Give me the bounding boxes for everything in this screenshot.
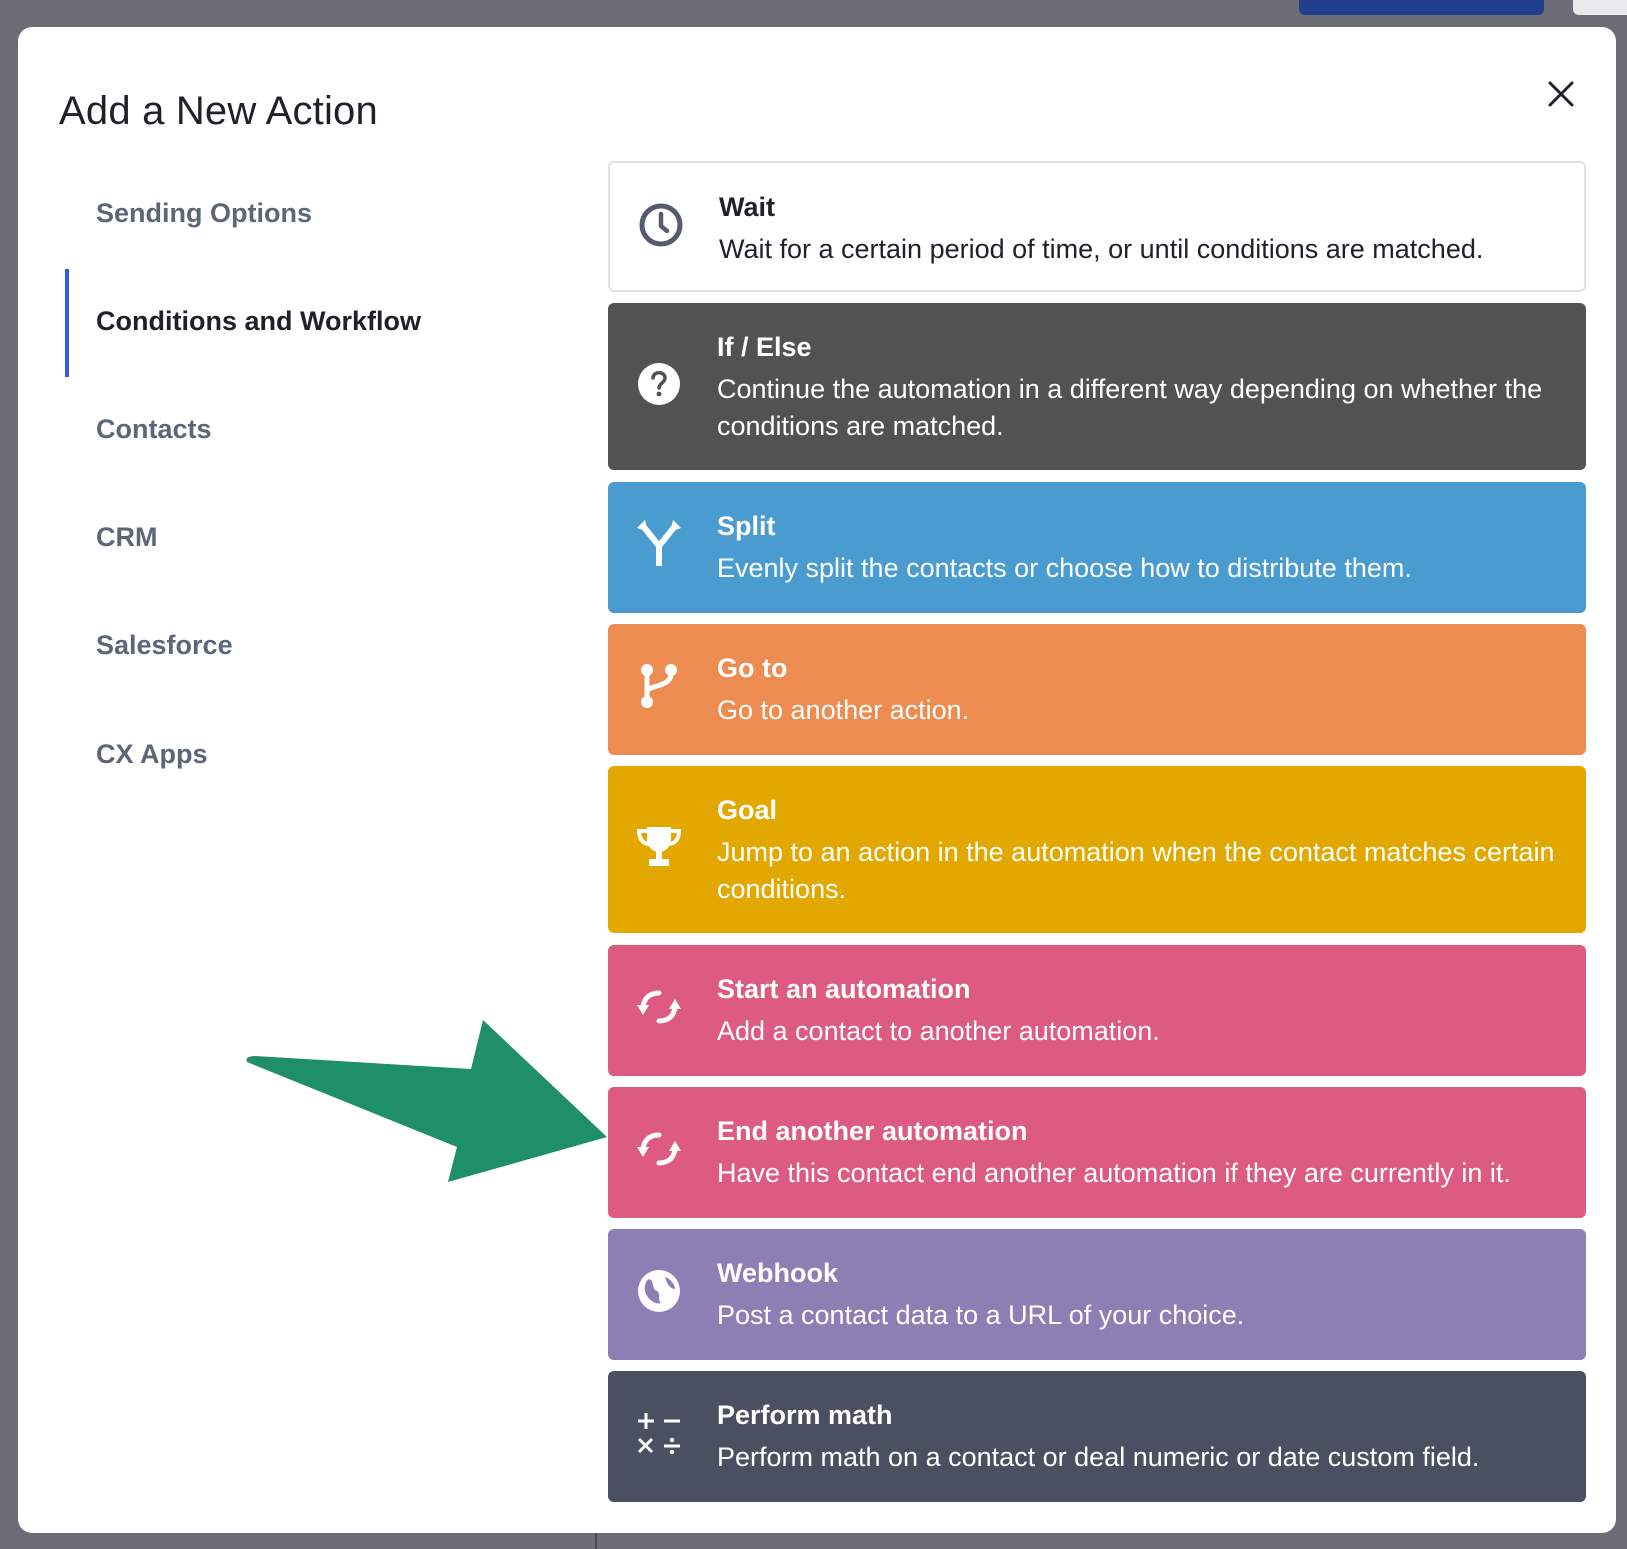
- branch-icon: [634, 661, 684, 711]
- action-card-webhook[interactable]: Webhook Post a contact data to a URL of …: [608, 1229, 1586, 1360]
- sync-icon: [634, 982, 684, 1032]
- sidebar-item-sending-options[interactable]: Sending Options: [96, 193, 312, 233]
- action-description: Go to another action.: [717, 695, 970, 725]
- globe-icon: [634, 1266, 684, 1316]
- action-card-goal[interactable]: Goal Jump to an action in the automation…: [608, 766, 1586, 933]
- action-name: Split: [717, 511, 776, 541]
- background-divider: [595, 1533, 597, 1549]
- action-name: Go to: [717, 653, 788, 683]
- modal-title: Add a New Action: [59, 89, 378, 133]
- action-card-wait[interactable]: Wait Wait for a certain period of time, …: [608, 161, 1586, 292]
- action-card-perform-math[interactable]: Perform math Perform math on a contact o…: [608, 1371, 1586, 1502]
- close-icon: [1548, 81, 1574, 107]
- sidebar-item-salesforce[interactable]: Salesforce: [96, 625, 233, 665]
- action-description: Post a contact data to a URL of your cho…: [717, 1300, 1245, 1330]
- sidebar-item-conditions-and-workflow[interactable]: Conditions and Workflow: [96, 301, 421, 341]
- action-name: End another automation: [717, 1116, 1028, 1146]
- action-card-go-to[interactable]: Go to Go to another action.: [608, 624, 1586, 755]
- close-button[interactable]: [1536, 69, 1586, 119]
- sync-icon: [634, 1124, 684, 1174]
- action-name: Webhook: [717, 1258, 838, 1288]
- annotation-arrow: [246, 1020, 607, 1182]
- add-action-modal: Add a New Action Sending Options Conditi…: [18, 27, 1616, 1533]
- action-card-split[interactable]: Split Evenly split the contacts or choos…: [608, 482, 1586, 613]
- action-description: Evenly split the contacts or choose how …: [717, 553, 1412, 583]
- clock-icon: [636, 200, 686, 250]
- action-card-end-automation[interactable]: End another automation Have this contact…: [608, 1087, 1586, 1218]
- sidebar-item-cx-apps[interactable]: CX Apps: [96, 734, 208, 774]
- action-description: Continue the automation in a different w…: [717, 374, 1543, 441]
- background-primary-button: [1299, 0, 1544, 15]
- action-card-start-automation[interactable]: Start an automation Add a contact to ano…: [608, 945, 1586, 1076]
- sidebar-item-contacts[interactable]: Contacts: [96, 409, 212, 449]
- background-secondary-button: [1573, 0, 1627, 15]
- action-description: Perform math on a contact or deal numeri…: [717, 1442, 1480, 1472]
- trophy-icon: [634, 822, 684, 872]
- action-description: Jump to an action in the automation when…: [717, 837, 1555, 904]
- action-name: Goal: [717, 795, 778, 825]
- action-description: Add a contact to another automation.: [717, 1016, 1160, 1046]
- question-icon: [634, 359, 684, 409]
- action-name: Perform math: [717, 1400, 893, 1430]
- split-icon: [634, 519, 684, 569]
- action-description: Have this contact end another automation…: [717, 1158, 1511, 1188]
- action-card-if-else[interactable]: If / Else Continue the automation in a d…: [608, 303, 1586, 470]
- math-icon: [634, 1408, 684, 1458]
- action-name: Wait: [719, 192, 775, 222]
- action-description: Wait for a certain period of time, or un…: [719, 234, 1484, 264]
- sidebar-item-crm[interactable]: CRM: [96, 517, 158, 557]
- action-name: If / Else: [717, 332, 812, 362]
- action-name: Start an automation: [717, 974, 971, 1004]
- active-nav-indicator: [65, 269, 69, 377]
